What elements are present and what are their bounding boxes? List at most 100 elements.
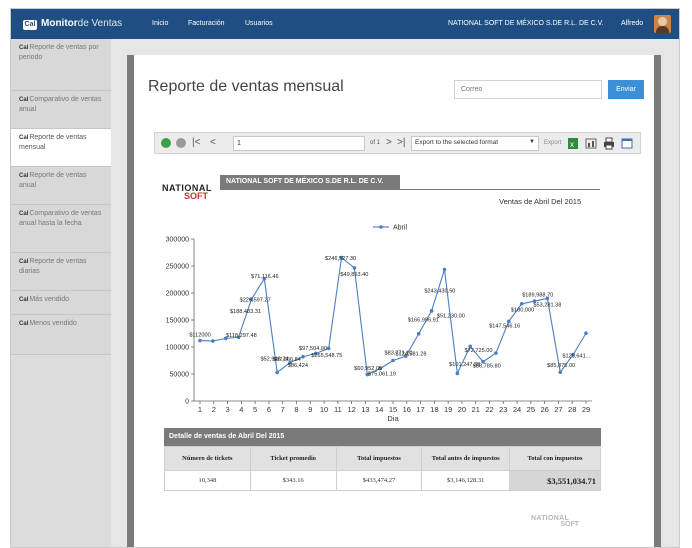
data-point [326,346,331,351]
email-field[interactable] [454,80,602,99]
data-label: $180,000 [511,308,534,314]
detail-table: Número de tickets Ticket promedio Total … [164,446,601,491]
first-page-icon[interactable]: |< [192,137,200,149]
sidebar-item-comparativo-anual[interactable]: CalComparativo de ventas anual [11,91,111,129]
data-point [558,370,563,375]
nav-link-usuarios[interactable]: Usuarios [245,20,273,27]
sidebar-item-ventas-anual[interactable]: CalReporte de ventas anual [11,167,111,205]
print-icon[interactable] [603,137,615,150]
y-tick-label: 50000 [170,372,190,379]
last-page-icon[interactable]: >| [397,137,405,149]
sidebar-item-label: Comparativo de ventas anual [19,96,102,113]
prev-page-icon[interactable]: < [210,137,216,149]
data-label: $86,424 [288,363,308,369]
content-border-right [654,55,661,547]
data-label: $166,996.91 [408,318,439,324]
report-subtitle: Ventas de Abril Del 2015 [499,197,582,206]
export-format-value: Export to the selected format [415,139,499,146]
y-tick-label: 250000 [166,264,189,271]
data-point [352,266,357,270]
sales-line-chart: 0 50000 100000 150000 200000 250000 300000 1 2 3 4… [154,213,604,423]
x-tick-label: 3 [225,405,229,414]
data-point [275,370,279,375]
detail-title: Detalle de ventas de Abril Del 2015 [164,428,601,446]
x-axis-label: Dia [387,414,399,423]
chart-icon[interactable] [585,137,597,150]
x-tick-label: 17 [416,405,424,414]
legend-label: Abril [393,225,407,232]
sidebar-item-mas-vendido[interactable]: CalMás vendido [11,291,111,315]
page-count-label: of 1 [370,140,381,146]
data-label: $49,853.40 [340,272,368,278]
export-link[interactable]: Export [544,140,561,146]
next-page-icon[interactable]: > [386,137,392,149]
sidebar-item-label: Reporte de ventas diarias [19,258,87,275]
stop-icon[interactable] [176,138,186,148]
monitor-mini-icon: Cal [19,297,29,303]
report-divider [220,189,600,190]
avatar[interactable] [654,15,671,33]
top-navbar: Cal Monitorde Ventas Inicio Facturación U… [11,9,679,39]
data-label: $112000 [189,333,210,339]
send-button[interactable]: Enviar [608,80,644,99]
data-label: $53,281.38 [533,302,561,308]
sidebar-item-comparativo-fecha[interactable]: CalComparativo de ventas anual hasta la … [11,205,111,253]
excel-icon[interactable]: x [567,137,579,150]
x-tick-label: 20 [458,405,466,414]
sidebar-item-ventas-periodo[interactable]: CalReporte de ventas por periodo [11,39,111,91]
window-icon[interactable] [621,137,633,150]
user-menu[interactable]: Alfredo [621,20,643,27]
page-number-input[interactable] [233,136,365,151]
data-label: $75,061.19 [368,371,396,377]
svg-text:x: x [570,140,574,149]
data-point [455,371,460,376]
data-label: $97,504.90 [299,346,327,352]
legend-marker [379,225,383,229]
data-label: $147,546.16 [489,324,520,330]
table-cell: $3,146,128.31 [421,470,511,491]
data-point [442,267,447,272]
y-tick-label: 300000 [166,237,189,244]
y-tick-label: 0 [185,399,189,406]
footer-logo-bottom: SOFT [560,521,579,528]
sidebar-item-ventas-mensual[interactable]: CalReporte de ventas mensual [11,129,111,167]
data-label: $88,785.80 [473,363,501,369]
table-cell: $343.16 [249,470,337,491]
data-point [416,331,421,336]
data-point [584,331,588,335]
brand[interactable]: Cal Monitorde Ventas [23,18,122,30]
chart-svg: 0500001000001500002000002500003000001 2 3 4… [166,225,592,423]
export-format-select[interactable]: Export to the selected format ▼ [411,136,539,151]
data-label: $51,230.00 [437,313,465,319]
sidebar-item-label: Más vendido [29,296,70,303]
sidebar-item-label: Comparativo de ventas anual hasta la fec… [19,210,102,227]
data-label: $188,483.31 [230,309,261,315]
x-tick-label: 7 [281,405,285,414]
sidebar-item-label: Reporte de ventas mensual [19,134,87,151]
sidebar-item-label: Menos vendido [29,320,77,327]
x-tick-label: 25 [527,405,535,414]
report-toolbar: |< < of 1 > >| Export to the selected fo… [154,132,641,154]
refresh-green-icon[interactable] [161,138,171,148]
monitor-mini-icon: Cal [19,135,29,141]
company-name: NATIONAL SOFT DE MÉXICO S.DE R.L. DE C.V… [448,20,604,27]
footer-logo: NATIONAL SOFT [531,515,579,528]
national-soft-logo: NATIONAL SOFT [162,183,216,201]
x-tick-label: 24 [513,405,521,414]
x-tick-label: 15 [389,405,397,414]
x-tick-label: 29 [582,405,590,414]
sidebar-item-menos-vendido[interactable]: CalMenos vendido [11,315,111,355]
data-point [211,339,215,343]
brand-light: de Ventas [77,18,123,29]
x-tick-label: 4 [239,405,243,414]
y-tick-label: 100000 [166,345,189,352]
data-label: $265,548.75 [311,353,342,359]
x-tick-label: 10 [320,405,328,414]
nav-link-facturacion[interactable]: Facturación [188,20,225,27]
x-tick-label: 28 [568,405,576,414]
nav-link-inicio[interactable]: Inicio [152,20,168,27]
sidebar-item-label: Reporte de ventas por periodo [19,44,99,61]
x-tick-label: 9 [308,405,312,414]
column-header: Ticket promedio [249,446,337,471]
sidebar-item-ventas-diarias[interactable]: CalReporte de ventas diarias [11,253,111,291]
